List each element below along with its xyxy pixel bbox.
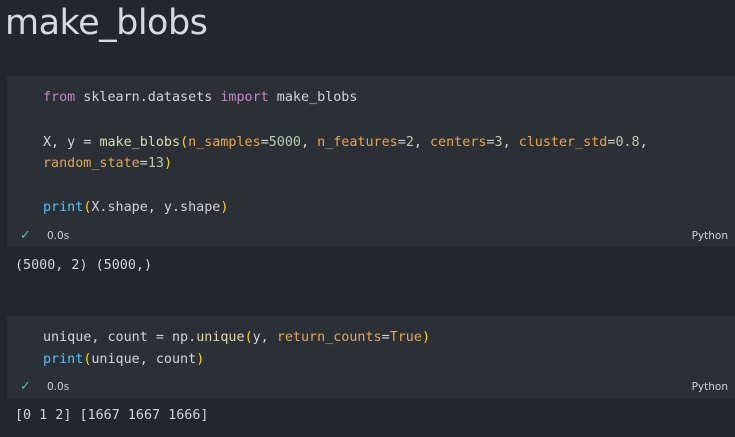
code-line-print-unique[interactable]: print(unique, count) xyxy=(43,350,204,370)
execution-time: 0.0s xyxy=(47,230,70,242)
code-line-make-blobs-call[interactable]: X, y = make_blobs(n_samples=5000, n_feat… xyxy=(43,133,648,153)
language-selector[interactable]: Python xyxy=(692,378,728,396)
value-true: True xyxy=(389,330,422,345)
execution-time: 0.0s xyxy=(47,381,70,393)
equals: = xyxy=(260,135,269,150)
cell-status-bar: ✓ 0.0s Python xyxy=(7,378,735,396)
equals: = xyxy=(397,135,406,150)
keyword-from: from xyxy=(43,90,76,105)
function-unique: unique xyxy=(196,330,245,345)
success-check-icon: ✓ xyxy=(20,228,31,243)
assign-target: unique, count = np. xyxy=(43,330,197,345)
paren-close: ) xyxy=(220,200,229,215)
code-cell-make-blobs[interactable]: from sklearn.datasets import make_blobs … xyxy=(7,76,735,246)
equals: = xyxy=(486,135,495,150)
separator: , xyxy=(301,135,318,150)
value-centers: 3 xyxy=(494,135,503,150)
function-make-blobs: make_blobs xyxy=(99,135,181,150)
paren-close: ) xyxy=(421,330,430,345)
param-n-samples: n_samples xyxy=(188,135,261,150)
assign-target: X, y = xyxy=(43,135,100,150)
markdown-heading: make_blobs xyxy=(5,3,208,43)
equals: = xyxy=(381,330,390,345)
separator: , xyxy=(639,135,648,150)
param-random-state: random_state xyxy=(43,156,140,171)
module-name: sklearn.datasets xyxy=(75,90,221,105)
cell-output: (5000, 2) (5000,) xyxy=(15,258,153,273)
print-args: unique, count xyxy=(91,352,197,367)
notebook-page: make_blobs from sklearn.datasets import … xyxy=(0,0,735,437)
param-cluster-std: cluster_std xyxy=(518,135,608,150)
equals: = xyxy=(139,156,148,171)
value-cluster-std: 0.8 xyxy=(615,135,640,150)
value-n-features: 2 xyxy=(405,135,414,150)
function-print: print xyxy=(43,200,84,215)
success-check-icon: ✓ xyxy=(20,379,31,394)
code-line-print-shapes[interactable]: print(X.shape, y.shape) xyxy=(43,198,228,218)
paren-close: ) xyxy=(196,352,205,367)
arg-y: y, xyxy=(252,330,277,345)
separator: , xyxy=(413,135,430,150)
cell-output: [0 1 2] [1667 1667 1666] xyxy=(15,408,209,423)
language-selector[interactable]: Python xyxy=(692,227,728,245)
function-print: print xyxy=(43,352,84,367)
separator: , xyxy=(502,135,519,150)
code-line-random-state[interactable]: random_state=13) xyxy=(43,154,172,174)
keyword-import: import xyxy=(220,90,269,105)
param-return-counts: return_counts xyxy=(276,330,382,345)
cell-status-bar: ✓ 0.0s Python xyxy=(7,227,735,245)
print-args: X.shape, y.shape xyxy=(91,200,221,215)
value-random-state: 13 xyxy=(147,156,164,171)
paren-open: ( xyxy=(180,135,189,150)
value-n-samples: 5000 xyxy=(268,135,301,150)
paren-open: ( xyxy=(244,330,253,345)
imported-name: make_blobs xyxy=(268,90,358,105)
code-line-unique-call[interactable]: unique, count = np.unique(y, return_coun… xyxy=(43,328,430,348)
code-line-import[interactable]: from sklearn.datasets import make_blobs xyxy=(43,88,357,108)
param-n-features: n_features xyxy=(317,135,398,150)
param-centers: centers xyxy=(430,135,487,150)
code-cell-unique[interactable]: unique, count = np.unique(y, return_coun… xyxy=(7,316,735,398)
paren-close: ) xyxy=(163,156,172,171)
